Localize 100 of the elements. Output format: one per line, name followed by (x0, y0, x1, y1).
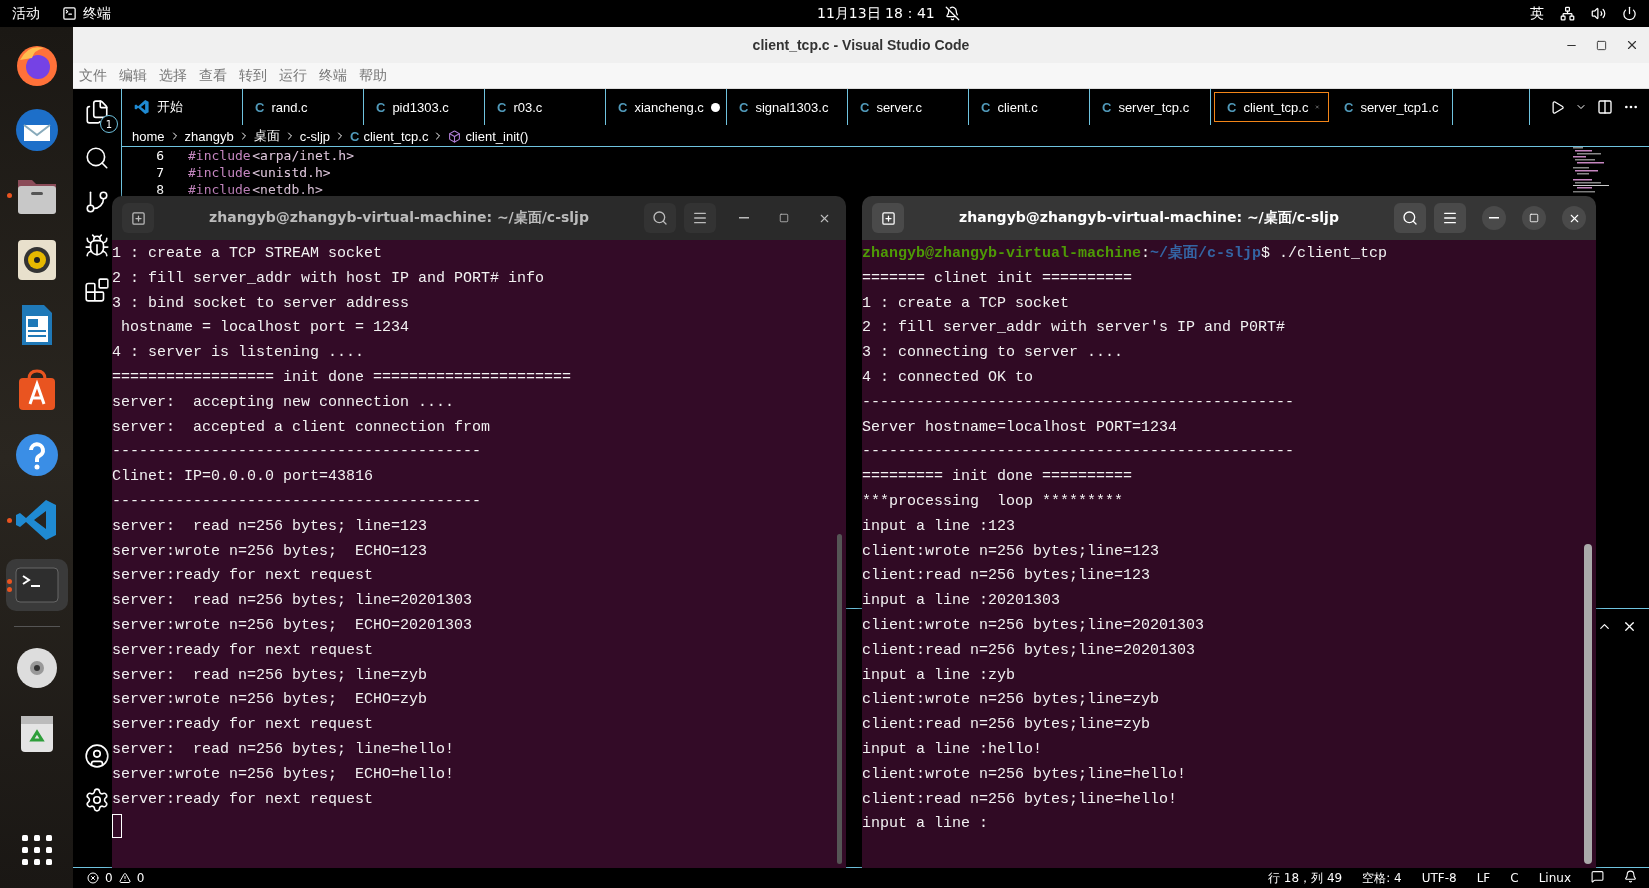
status-item[interactable]: C (1510, 871, 1519, 885)
editor-tab[interactable]: C xiancheng.c (606, 89, 727, 125)
menu-item[interactable]: 转到 (239, 66, 267, 85)
scrollbar-thumb[interactable] (1584, 544, 1592, 864)
breadcrumb-item[interactable]: client_tcp.c (363, 128, 429, 144)
running-dot (6, 587, 12, 592)
settings-icon[interactable] (84, 787, 110, 813)
close-button[interactable] (1625, 38, 1639, 52)
source-control-icon[interactable] (84, 189, 110, 215)
menu-item[interactable]: 终端 (319, 66, 347, 85)
menu-item[interactable]: 运行 (279, 66, 307, 85)
editor-tab[interactable]: C rand.c (243, 89, 364, 125)
run-icon[interactable] (1550, 99, 1565, 115)
terminal-line: server: read n=256 bytes; line=zyb (112, 665, 429, 686)
bell-off-icon (944, 6, 960, 21)
maximize-button[interactable] (1596, 39, 1607, 51)
running-dot (6, 193, 12, 198)
c-language-icon: C (497, 99, 507, 115)
status-item[interactable]: Linux (1538, 871, 1571, 885)
terminal-line: 3 : bind socket to server address (112, 293, 411, 314)
extensions-icon[interactable] (84, 277, 110, 303)
line-number: 7 (155, 164, 164, 181)
menu-item[interactable]: 编辑 (119, 66, 147, 85)
breadcrumb-item[interactable]: c-sljp (299, 128, 331, 144)
editor-tab[interactable]: C client.c (969, 89, 1090, 125)
menu-button[interactable] (1434, 203, 1466, 233)
activities-button[interactable]: 活动 (12, 4, 40, 23)
close-button[interactable] (1562, 206, 1586, 230)
terminal-line: server:ready for next request (112, 640, 375, 661)
input-method[interactable]: 英 (1530, 4, 1544, 23)
editor-tab[interactable]: C r03.c (485, 89, 606, 125)
minimize-button[interactable] (1482, 206, 1506, 230)
close-panel-icon[interactable] (1622, 619, 1637, 634)
menu-button[interactable] (684, 203, 716, 233)
terminal-line: server: accepted a client connection from (112, 417, 492, 438)
c-language-icon: C (376, 99, 386, 115)
new-tab-button[interactable] (122, 203, 154, 233)
breadcrumb-item[interactable]: zhangyb (184, 128, 234, 144)
terminal-line: Server hostname=localhost PORT=1234 (862, 417, 1179, 438)
c-language-icon: C (618, 99, 628, 115)
c-language-icon: C (255, 99, 265, 115)
search-button[interactable] (1394, 203, 1426, 233)
bell-icon[interactable] (1624, 870, 1637, 883)
split-editor-icon[interactable] (1597, 99, 1613, 115)
new-tab-button[interactable] (872, 203, 904, 233)
terminal-line: 4 : connected OK to (862, 368, 1035, 388)
menu-item[interactable]: 文件 (79, 66, 107, 85)
editor-tab[interactable]: C signal1303.c (727, 89, 848, 125)
terminal-line: ----------------------------------------- (112, 491, 483, 512)
run-debug-icon[interactable] (84, 233, 110, 259)
terminal-title: zhangyb@zhangyb-virtual-machine: ~/桌面/c-sljp (958, 209, 1340, 227)
clock[interactable]: 11月13日 18：41 (817, 4, 935, 23)
feedback-icon[interactable] (1591, 870, 1604, 883)
terminal-line: ***processing loop ********* (862, 491, 1125, 512)
network-icon[interactable] (1560, 6, 1575, 21)
terminal-line: server:wrote n=256 bytes; ECHO=20201303 (112, 615, 474, 636)
terminal-line: 4 : server is listening .... (112, 343, 366, 364)
menu-icon (1442, 210, 1458, 226)
breadcrumb-item[interactable]: client_init() (465, 128, 529, 144)
editor-tab[interactable]: C server_tcp.c (1090, 89, 1211, 125)
status-item[interactable]: 空格: 4 (1362, 869, 1402, 887)
terminal-line: server:ready for next request (112, 789, 375, 810)
terminal-line: server:wrote n=256 bytes; ECHO=hello! (112, 764, 456, 785)
help-icon[interactable] (13, 432, 60, 478)
terminal-line: ------------------------------------------------ (862, 442, 1296, 463)
scrollbar-thumb[interactable] (837, 534, 842, 864)
editor-tab[interactable]: C pid1303.c (364, 89, 485, 125)
editor-tab[interactable]: C server.c (848, 89, 969, 125)
terminal-line: ========= init done ========== (862, 467, 1134, 488)
power-icon[interactable] (1622, 6, 1637, 21)
menu-item[interactable]: 选择 (159, 66, 187, 85)
terminal-line: ------------------------------------------------ (862, 392, 1296, 413)
terminal-line: ----------------------------------------- (112, 442, 483, 463)
search-icon[interactable] (84, 145, 110, 171)
search-icon (652, 210, 668, 226)
terminal-line: zhangyb@zhangyb-virtual-machine:~/桌面/c-sljp$ ./client_tcp (862, 243, 1389, 264)
status-item[interactable]: UTF-8 (1421, 871, 1457, 885)
editor-tab[interactable]: 开始 (122, 89, 243, 125)
terminal-line: 2 : fill server_addr with server's IP and P0RT# (862, 318, 1287, 339)
menu-item[interactable]: 查看 (199, 66, 227, 85)
maximize-button[interactable] (1522, 206, 1546, 230)
status-item[interactable]: LF (1476, 871, 1491, 885)
app-menu[interactable]: 终端 (83, 4, 111, 23)
breadcrumb-item[interactable]: home (132, 128, 165, 144)
terminal-title: zhangyb@zhangyb-virtual-machine: ~/桌面/c-sljp (208, 209, 590, 227)
warning-count: 0 (136, 871, 145, 885)
terminal-line: client:wrote n=256 bytes;line=hello! (862, 764, 1188, 785)
terminal-line: input a line :20201303 (862, 591, 1062, 612)
breadcrumb-item[interactable]: 桌面 (253, 127, 280, 145)
volume-icon[interactable] (1591, 6, 1606, 21)
search-button[interactable] (644, 203, 676, 233)
c-language-icon: C (1102, 99, 1112, 115)
terminal-line: client:read n=256 bytes;line=zyb (862, 715, 1152, 736)
terminal-line: input a line :123 (862, 516, 1017, 537)
editor-tab[interactable]: C server_tcp1.c (1332, 89, 1453, 125)
status-item[interactable]: 行 18，列 49 (1268, 869, 1343, 887)
bird-mail-icon[interactable] (13, 107, 60, 153)
editor-tab[interactable]: C client_tcp.c (1214, 92, 1329, 122)
menu-item[interactable]: 帮助 (359, 66, 387, 85)
account-icon[interactable] (84, 743, 110, 769)
